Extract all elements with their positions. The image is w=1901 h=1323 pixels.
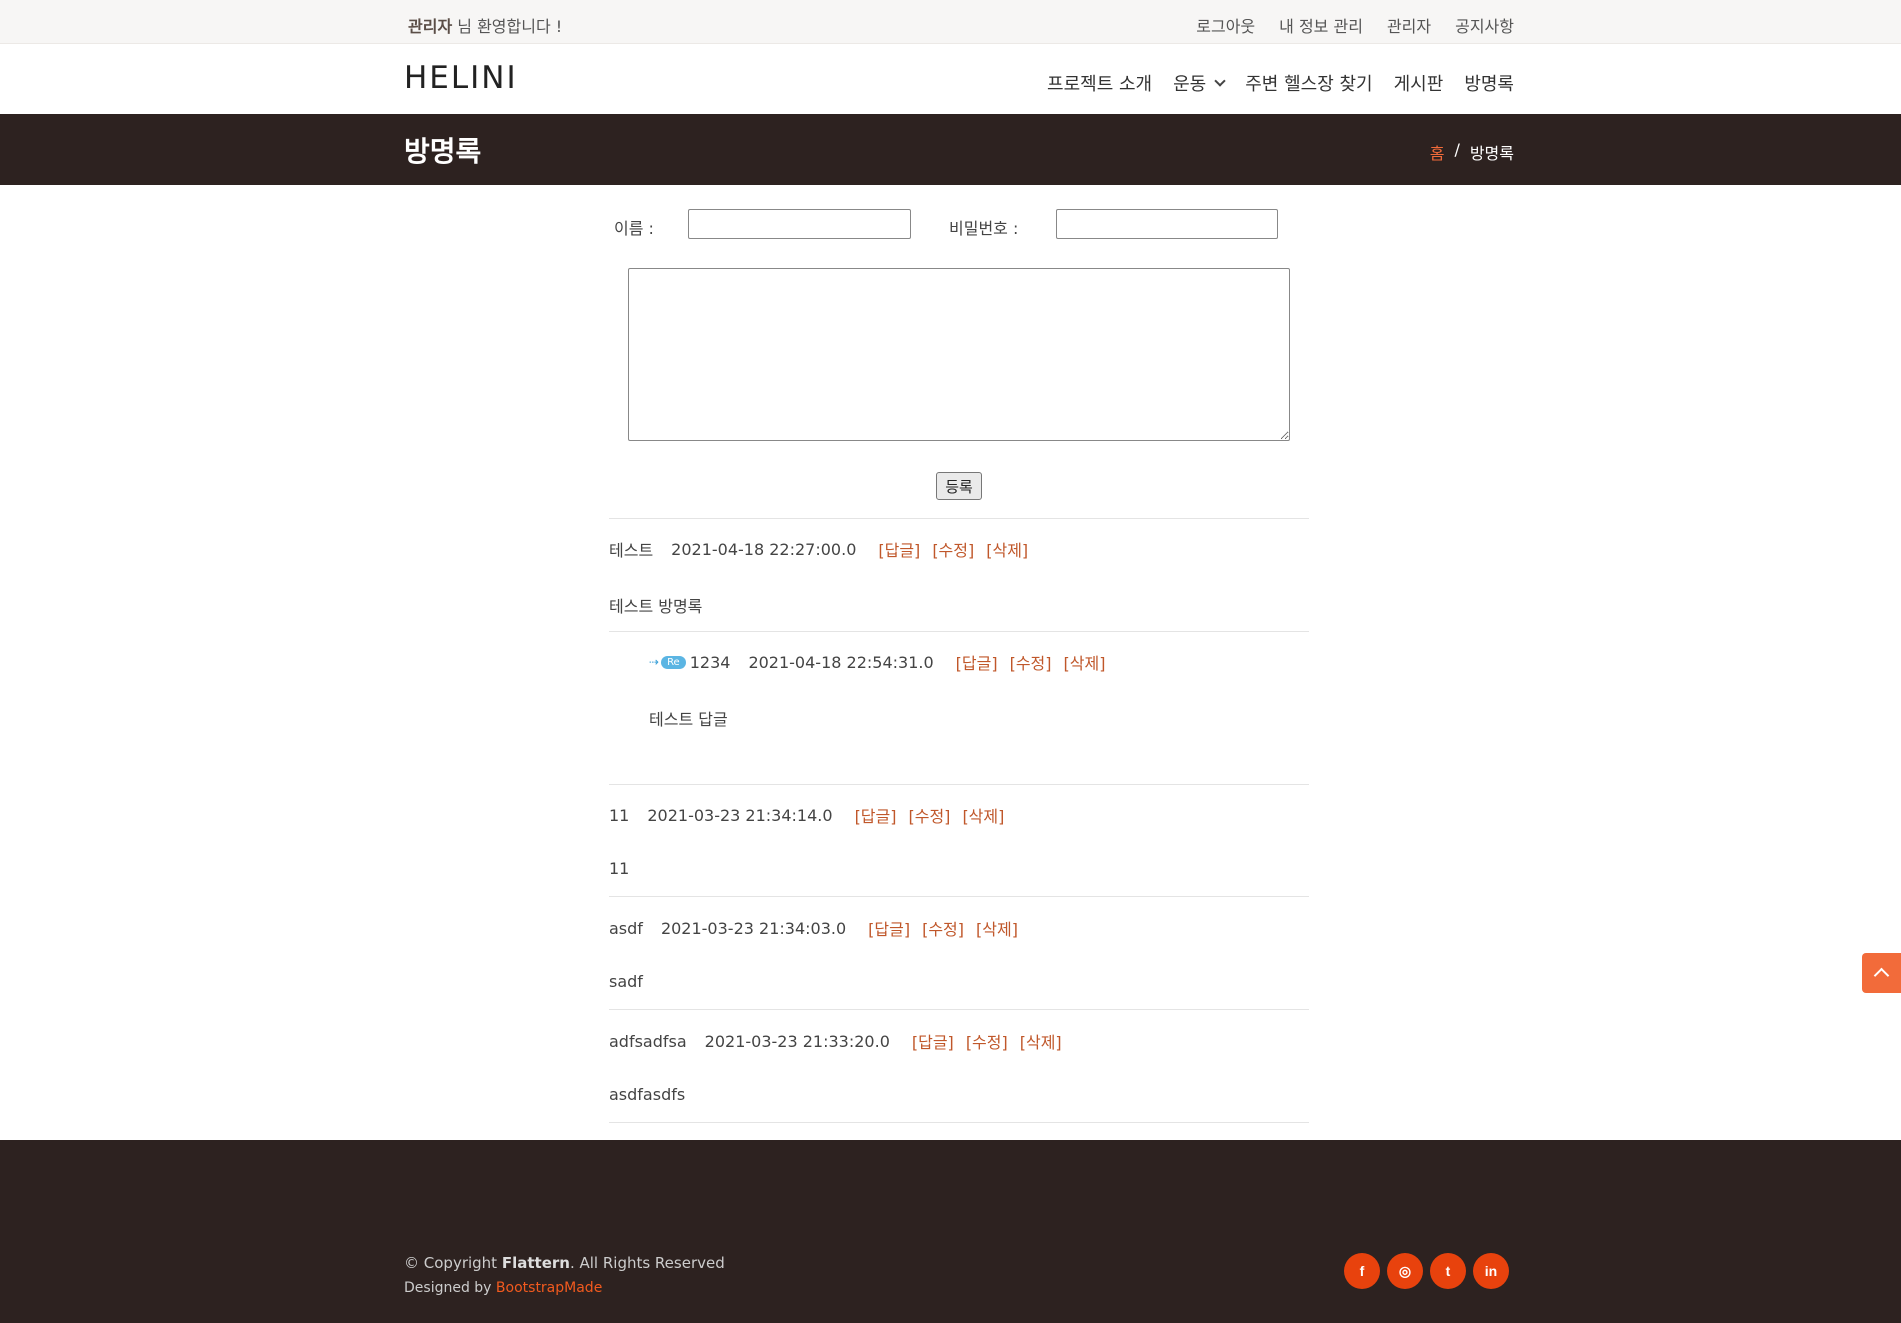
entry-content: asdfasdfs — [609, 1085, 686, 1104]
site-footer: © Copyright Flattern. All Rights Reserve… — [0, 1140, 1901, 1323]
instagram-icon[interactable]: ◎ — [1387, 1253, 1423, 1289]
entry-author: asdf — [609, 918, 643, 938]
edit-link[interactable]: [수정] — [922, 916, 964, 940]
entry-content: 테스트 방명록 — [609, 597, 703, 616]
divider — [609, 1122, 1309, 1123]
breadcrumb-current: 방명록 — [1469, 144, 1514, 163]
entry-author: 1234 — [689, 652, 731, 672]
reply-entry-meta: ⇢ Re 1234 2021-04-18 22:54:31.0 [답글] [수정]… — [649, 650, 1117, 674]
edit-link[interactable]: [수정] — [966, 1029, 1008, 1053]
nav-item-gym-finder[interactable]: 주변 헬스장 찾기 — [1245, 70, 1372, 96]
facebook-icon[interactable]: f — [1344, 1253, 1380, 1289]
entry-meta: asdf 2021-03-23 21:34:03.0 [답글] [수정] [삭제… — [609, 916, 1030, 940]
delete-link[interactable]: [삭제] — [1064, 650, 1106, 674]
entry-date: 2021-04-18 22:54:31.0 — [748, 652, 934, 672]
name-label: 이름 : — [614, 219, 654, 238]
entry-meta: 11 2021-03-23 21:34:14.0 [답글] [수정] [삭제] — [609, 803, 1016, 827]
credits: Designed by BootstrapMade — [404, 1280, 602, 1296]
reply-link[interactable]: [답글] — [912, 1029, 954, 1053]
linkedin-icon[interactable]: in — [1473, 1253, 1509, 1289]
divider — [609, 1009, 1309, 1010]
password-input[interactable] — [1056, 209, 1278, 239]
reply-link[interactable]: [답글] — [956, 650, 998, 674]
entry-meta: 테스트 2021-04-18 22:27:00.0 [답글] [수정] [삭제] — [609, 537, 1040, 561]
page-title-band: 방명록 홈 / 방명록 — [0, 114, 1901, 185]
site-logo[interactable]: HELINI — [404, 60, 518, 96]
reply-link[interactable]: [답글] — [878, 537, 920, 561]
main-nav: 프로젝트 소개 운동 주변 헬스장 찾기 게시판 방명록 — [1047, 70, 1514, 96]
site-header: HELINI 프로젝트 소개 운동 주변 헬스장 찾기 게시판 방명록 — [0, 44, 1901, 114]
edit-link[interactable]: [수정] — [932, 537, 974, 561]
nav-item-guestbook[interactable]: 방명록 — [1464, 70, 1514, 96]
social-links: f ◎ t in — [1344, 1253, 1509, 1289]
submit-button[interactable]: 등록 — [936, 472, 982, 500]
credits-prefix: Designed by — [404, 1280, 496, 1296]
entry-content: 테스트 답글 — [649, 710, 728, 729]
entry-author: 11 — [609, 805, 630, 825]
top-links: 로그아웃 내 정보 관리 관리자 공지사항 — [1196, 13, 1514, 37]
entry-author: 테스트 — [609, 541, 654, 560]
entry-date: 2021-03-23 21:34:03.0 — [660, 918, 847, 938]
nav-item-exercise-label: 운동 — [1173, 74, 1207, 95]
entry-date: 2021-03-23 21:33:20.0 — [704, 1031, 890, 1051]
twitter-icon[interactable]: t — [1430, 1253, 1466, 1289]
reply-link[interactable]: [답글] — [868, 916, 910, 940]
password-label: 비밀번호 : — [949, 219, 1019, 238]
notice-link[interactable]: 공지사항 — [1455, 13, 1514, 37]
welcome-suffix: 님 환영합니다 ! — [452, 17, 563, 36]
my-info-link[interactable]: 내 정보 관리 — [1279, 13, 1363, 37]
edit-link[interactable]: [수정] — [909, 803, 951, 827]
entry-content: 11 — [609, 859, 630, 878]
delete-link[interactable]: [삭제] — [962, 803, 1004, 827]
message-textarea[interactable] — [628, 268, 1290, 441]
nav-item-project[interactable]: 프로젝트 소개 — [1047, 70, 1152, 96]
chevron-down-icon — [1214, 74, 1226, 87]
entry-date: 2021-04-18 22:27:00.0 — [671, 539, 857, 559]
credits-link[interactable]: BootstrapMade — [496, 1280, 602, 1296]
admin-link[interactable]: 관리자 — [1387, 13, 1431, 37]
welcome-user: 관리자 — [408, 17, 453, 36]
back-to-top-button[interactable] — [1862, 953, 1901, 993]
copyright: © Copyright Flattern. All Rights Reserve… — [404, 1254, 725, 1272]
breadcrumb: 홈 / 방명록 — [1430, 140, 1514, 164]
nav-item-exercise[interactable]: 운동 — [1173, 70, 1226, 96]
breadcrumb-home[interactable]: 홈 — [1430, 140, 1445, 164]
delete-link[interactable]: [삭제] — [1020, 1029, 1062, 1053]
page-title: 방명록 — [404, 135, 482, 168]
divider — [609, 518, 1309, 519]
welcome-message: 관리자 님 환영합니다 ! — [408, 13, 562, 37]
delete-link[interactable]: [삭제] — [976, 916, 1018, 940]
entry-date: 2021-03-23 21:34:14.0 — [647, 805, 833, 825]
logout-link[interactable]: 로그아웃 — [1196, 13, 1255, 37]
entry-content: sadf — [609, 972, 643, 991]
divider — [609, 896, 1309, 897]
entry-author: adfsadfsa — [609, 1031, 687, 1051]
copyright-prefix: © Copyright — [404, 1254, 502, 1272]
entry-meta: adfsadfsa 2021-03-23 21:33:20.0 [답글] [수정… — [609, 1029, 1074, 1053]
edit-link[interactable]: [수정] — [1010, 650, 1052, 674]
breadcrumb-separator: / — [1454, 140, 1460, 159]
delete-link[interactable]: [삭제] — [986, 537, 1028, 561]
reply-badge: Re — [661, 655, 686, 669]
divider — [609, 631, 1309, 632]
top-bar: 관리자 님 환영합니다 ! 로그아웃 내 정보 관리 관리자 공지사항 — [0, 0, 1901, 44]
copyright-brand: Flattern — [501, 1254, 570, 1272]
reply-indicator: ⇢ Re — [649, 655, 686, 669]
reply-arrow-icon: ⇢ — [649, 655, 660, 669]
copyright-suffix: . All Rights Reserved — [569, 1254, 725, 1272]
reply-link[interactable]: [답글] — [855, 803, 897, 827]
nav-item-board[interactable]: 게시판 — [1394, 70, 1444, 96]
name-input[interactable] — [688, 209, 911, 239]
divider — [609, 784, 1309, 785]
